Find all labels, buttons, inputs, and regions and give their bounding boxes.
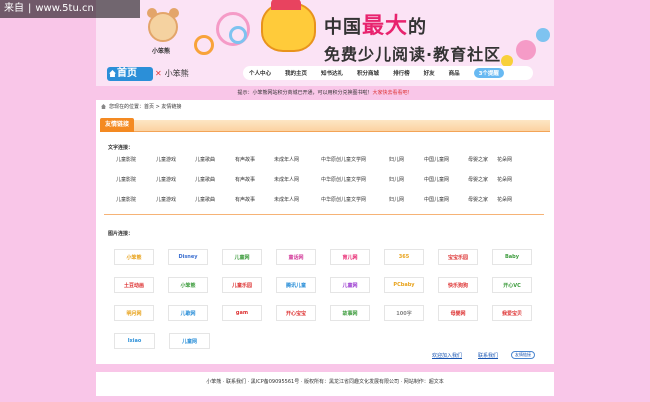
swirl-decoration xyxy=(229,26,247,44)
slogan: 中国最大的 免费少儿阅读·教育社区 xyxy=(324,14,502,64)
text-link[interactable]: 花朵网 xyxy=(497,176,517,186)
text-link[interactable]: 未成年人网 xyxy=(274,156,321,166)
partner-logo[interactable]: 儿童网 xyxy=(169,333,210,349)
footer: 小笨熊 · 联系我们 · 黑ICP备09095561号 · 版权所有：黑龙江省同… xyxy=(96,372,554,396)
partner-logo[interactable]: 儿童网 xyxy=(330,277,370,293)
nav-item-points-mall[interactable]: 积分商城 xyxy=(357,69,379,77)
text-link[interactable]: 中华原创儿童文学网 xyxy=(321,176,389,186)
logo-row: Ixiao 儿童网 xyxy=(114,333,546,349)
tip-link[interactable]: 大家快去看看吧！ xyxy=(373,90,413,96)
partner-logo[interactable]: 故事网 xyxy=(330,305,370,321)
partner-logo[interactable]: Baby xyxy=(492,249,532,265)
nav-item-my-home[interactable]: 我的主页 xyxy=(285,69,307,77)
text-link[interactable]: 儿童游戏 xyxy=(156,196,195,206)
text-link[interactable]: 母婴之家 xyxy=(468,176,497,186)
nav-item-goods[interactable]: 商品 xyxy=(449,69,460,77)
text-links-row: 儿童影院 儿童游戏 儿童歌曲 有声故事 未成年人网 中华原创儿童文学网 妇儿网 … xyxy=(116,196,536,206)
mascot-icon xyxy=(261,0,316,52)
text-link[interactable]: 母婴之家 xyxy=(468,196,497,206)
text-link[interactable]: 中国儿童网 xyxy=(424,156,468,166)
partner-logo[interactable]: 快乐狗狗 xyxy=(438,277,478,293)
watermark: 来自 | www.5tu.cn xyxy=(0,0,140,18)
logo-row: 小笨熊 Disney 儿童网 童话网 育儿网 365 宝宝乐园 Baby xyxy=(114,249,546,265)
text-link[interactable]: 儿童游戏 xyxy=(156,176,195,186)
partner-logo[interactable]: PCbaby xyxy=(384,277,424,293)
bear-logo-icon xyxy=(147,8,179,42)
partner-logo[interactable]: 母婴网 xyxy=(438,305,478,321)
partner-logo[interactable]: 明月网 xyxy=(114,305,154,321)
partner-logo[interactable]: 儿童网 xyxy=(222,249,262,265)
text-link[interactable]: 妇儿网 xyxy=(389,176,424,186)
partner-logo[interactable]: 土豆动画 xyxy=(114,277,154,293)
section-title: 友情链接 xyxy=(100,118,134,132)
text-link[interactable]: 儿童影院 xyxy=(116,196,156,206)
text-link[interactable]: 妇儿网 xyxy=(389,156,424,166)
partner-logo[interactable]: 宝宝乐园 xyxy=(438,249,478,265)
contact-link[interactable]: 联系我们 xyxy=(478,352,498,359)
text-links-label: 文字连接： xyxy=(108,145,134,151)
partner-logo[interactable]: 儿歌网 xyxy=(168,305,208,321)
nav-item-personal-center[interactable]: 个人中心 xyxy=(249,69,271,77)
nav-item-books[interactable]: 知书达礼 xyxy=(321,69,343,77)
partner-logo[interactable]: 腾讯儿童 xyxy=(276,277,316,293)
text-link[interactable]: 儿童影院 xyxy=(116,156,156,166)
partner-logo[interactable]: 儿童乐园 xyxy=(222,277,262,293)
text-link[interactable]: 有声故事 xyxy=(235,176,274,186)
section-divider xyxy=(104,214,544,215)
text-link[interactable]: 中国儿童网 xyxy=(424,196,468,206)
home-icon xyxy=(101,104,106,109)
partner-logo[interactable]: 开心VC xyxy=(492,277,532,293)
logo-row: 明月网 儿歌网 gam 开心宝宝 故事网 100字 母婴网 我爱宝贝 xyxy=(114,305,546,321)
nav-item-friends[interactable]: 好友 xyxy=(424,69,435,77)
text-link[interactable]: 儿童影院 xyxy=(116,176,156,186)
swirl-decoration xyxy=(194,35,214,55)
text-link[interactable]: 未成年人网 xyxy=(274,196,321,206)
tip-bar: 提示：小笨熊网站积分商城已开通，可以用积分兑换图书啦！大家快去看看吧！ xyxy=(237,90,413,96)
image-links-label: 图片连接： xyxy=(108,231,134,237)
text-link[interactable]: 未成年人网 xyxy=(274,176,321,186)
partner-logo[interactable]: 小笨熊 xyxy=(114,249,154,265)
text-link[interactable]: 有声故事 xyxy=(235,156,274,166)
apply-link[interactable]: 欢迎加入我们 xyxy=(432,352,462,359)
main-nav: 个人中心 我的主页 知书达礼 积分商城 排行榜 好友 商品 3个提醒 xyxy=(243,66,533,80)
text-link[interactable]: 妇儿网 xyxy=(389,196,424,206)
partner-logo[interactable]: 育儿网 xyxy=(330,249,370,265)
partner-logo[interactable]: 开心宝宝 xyxy=(276,305,316,321)
home-button[interactable]: 首页 xyxy=(107,67,153,81)
logo-row: 土豆动画 小笨熊 儿童乐园 腾讯儿童 儿童网 PCbaby 快乐狗狗 开心VC xyxy=(114,277,546,293)
text-link[interactable]: 有声故事 xyxy=(235,196,274,206)
partner-logo[interactable]: Ixiao xyxy=(114,333,155,349)
partner-logo[interactable]: 我爱宝贝 xyxy=(492,305,532,321)
reminders-button[interactable]: 3个提醒 xyxy=(473,68,504,78)
logo-grid: 小笨熊 Disney 儿童网 童话网 育儿网 365 宝宝乐园 Baby 土豆动画 小笨熊 儿童乐园… xyxy=(114,249,546,361)
partner-logo[interactable]: gam xyxy=(222,305,262,321)
partner-logo[interactable]: 小笨熊 xyxy=(168,277,208,293)
user-chip[interactable]: ✕ 小笨熊 xyxy=(155,67,215,81)
logo-name: 小笨熊 xyxy=(152,48,171,55)
text-link[interactable]: 母婴之家 xyxy=(468,156,497,166)
main-card: 您现在的位置：首页 > 友情链接 友情链接 文字连接： 儿童影院 儿童游戏 儿童… xyxy=(96,100,554,364)
partner-logo[interactable]: 童话网 xyxy=(276,249,316,265)
text-link[interactable]: 中华原创儿童文学网 xyxy=(321,196,389,206)
section-header: 友情链接 xyxy=(100,118,550,132)
text-link[interactable]: 儿童歌曲 xyxy=(195,156,235,166)
home-icon xyxy=(109,70,116,77)
text-link[interactable]: 花朵网 xyxy=(497,156,517,166)
breadcrumb: 您现在的位置：首页 > 友情链接 xyxy=(101,103,181,110)
text-links: 儿童影院 儿童游戏 儿童歌曲 有声故事 未成年人网 中华原创儿童文学网 妇儿网 … xyxy=(116,156,536,216)
text-link[interactable]: 儿童游戏 xyxy=(156,156,195,166)
partner-logo[interactable]: 100字 xyxy=(384,305,424,321)
partner-logo[interactable]: Disney xyxy=(168,249,208,265)
text-link[interactable]: 花朵网 xyxy=(497,196,517,206)
text-link[interactable]: 儿童歌曲 xyxy=(195,196,235,206)
text-link[interactable]: 中华原创儿童文学网 xyxy=(321,156,389,166)
partner-logo[interactable]: 365 xyxy=(384,249,424,265)
text-link[interactable]: 中国儿童网 xyxy=(424,176,468,186)
close-icon[interactable]: ✕ xyxy=(155,69,162,78)
friend-link-badge[interactable]: 友情链接 xyxy=(511,351,535,359)
nav-item-ranking[interactable]: 排行榜 xyxy=(393,69,410,77)
text-links-row: 儿童影院 儿童游戏 儿童歌曲 有声故事 未成年人网 中华原创儿童文学网 妇儿网 … xyxy=(116,176,536,186)
text-link[interactable]: 儿童歌曲 xyxy=(195,176,235,186)
text-links-row: 儿童影院 儿童游戏 儿童歌曲 有声故事 未成年人网 中华原创儿童文学网 妇儿网 … xyxy=(116,156,536,166)
